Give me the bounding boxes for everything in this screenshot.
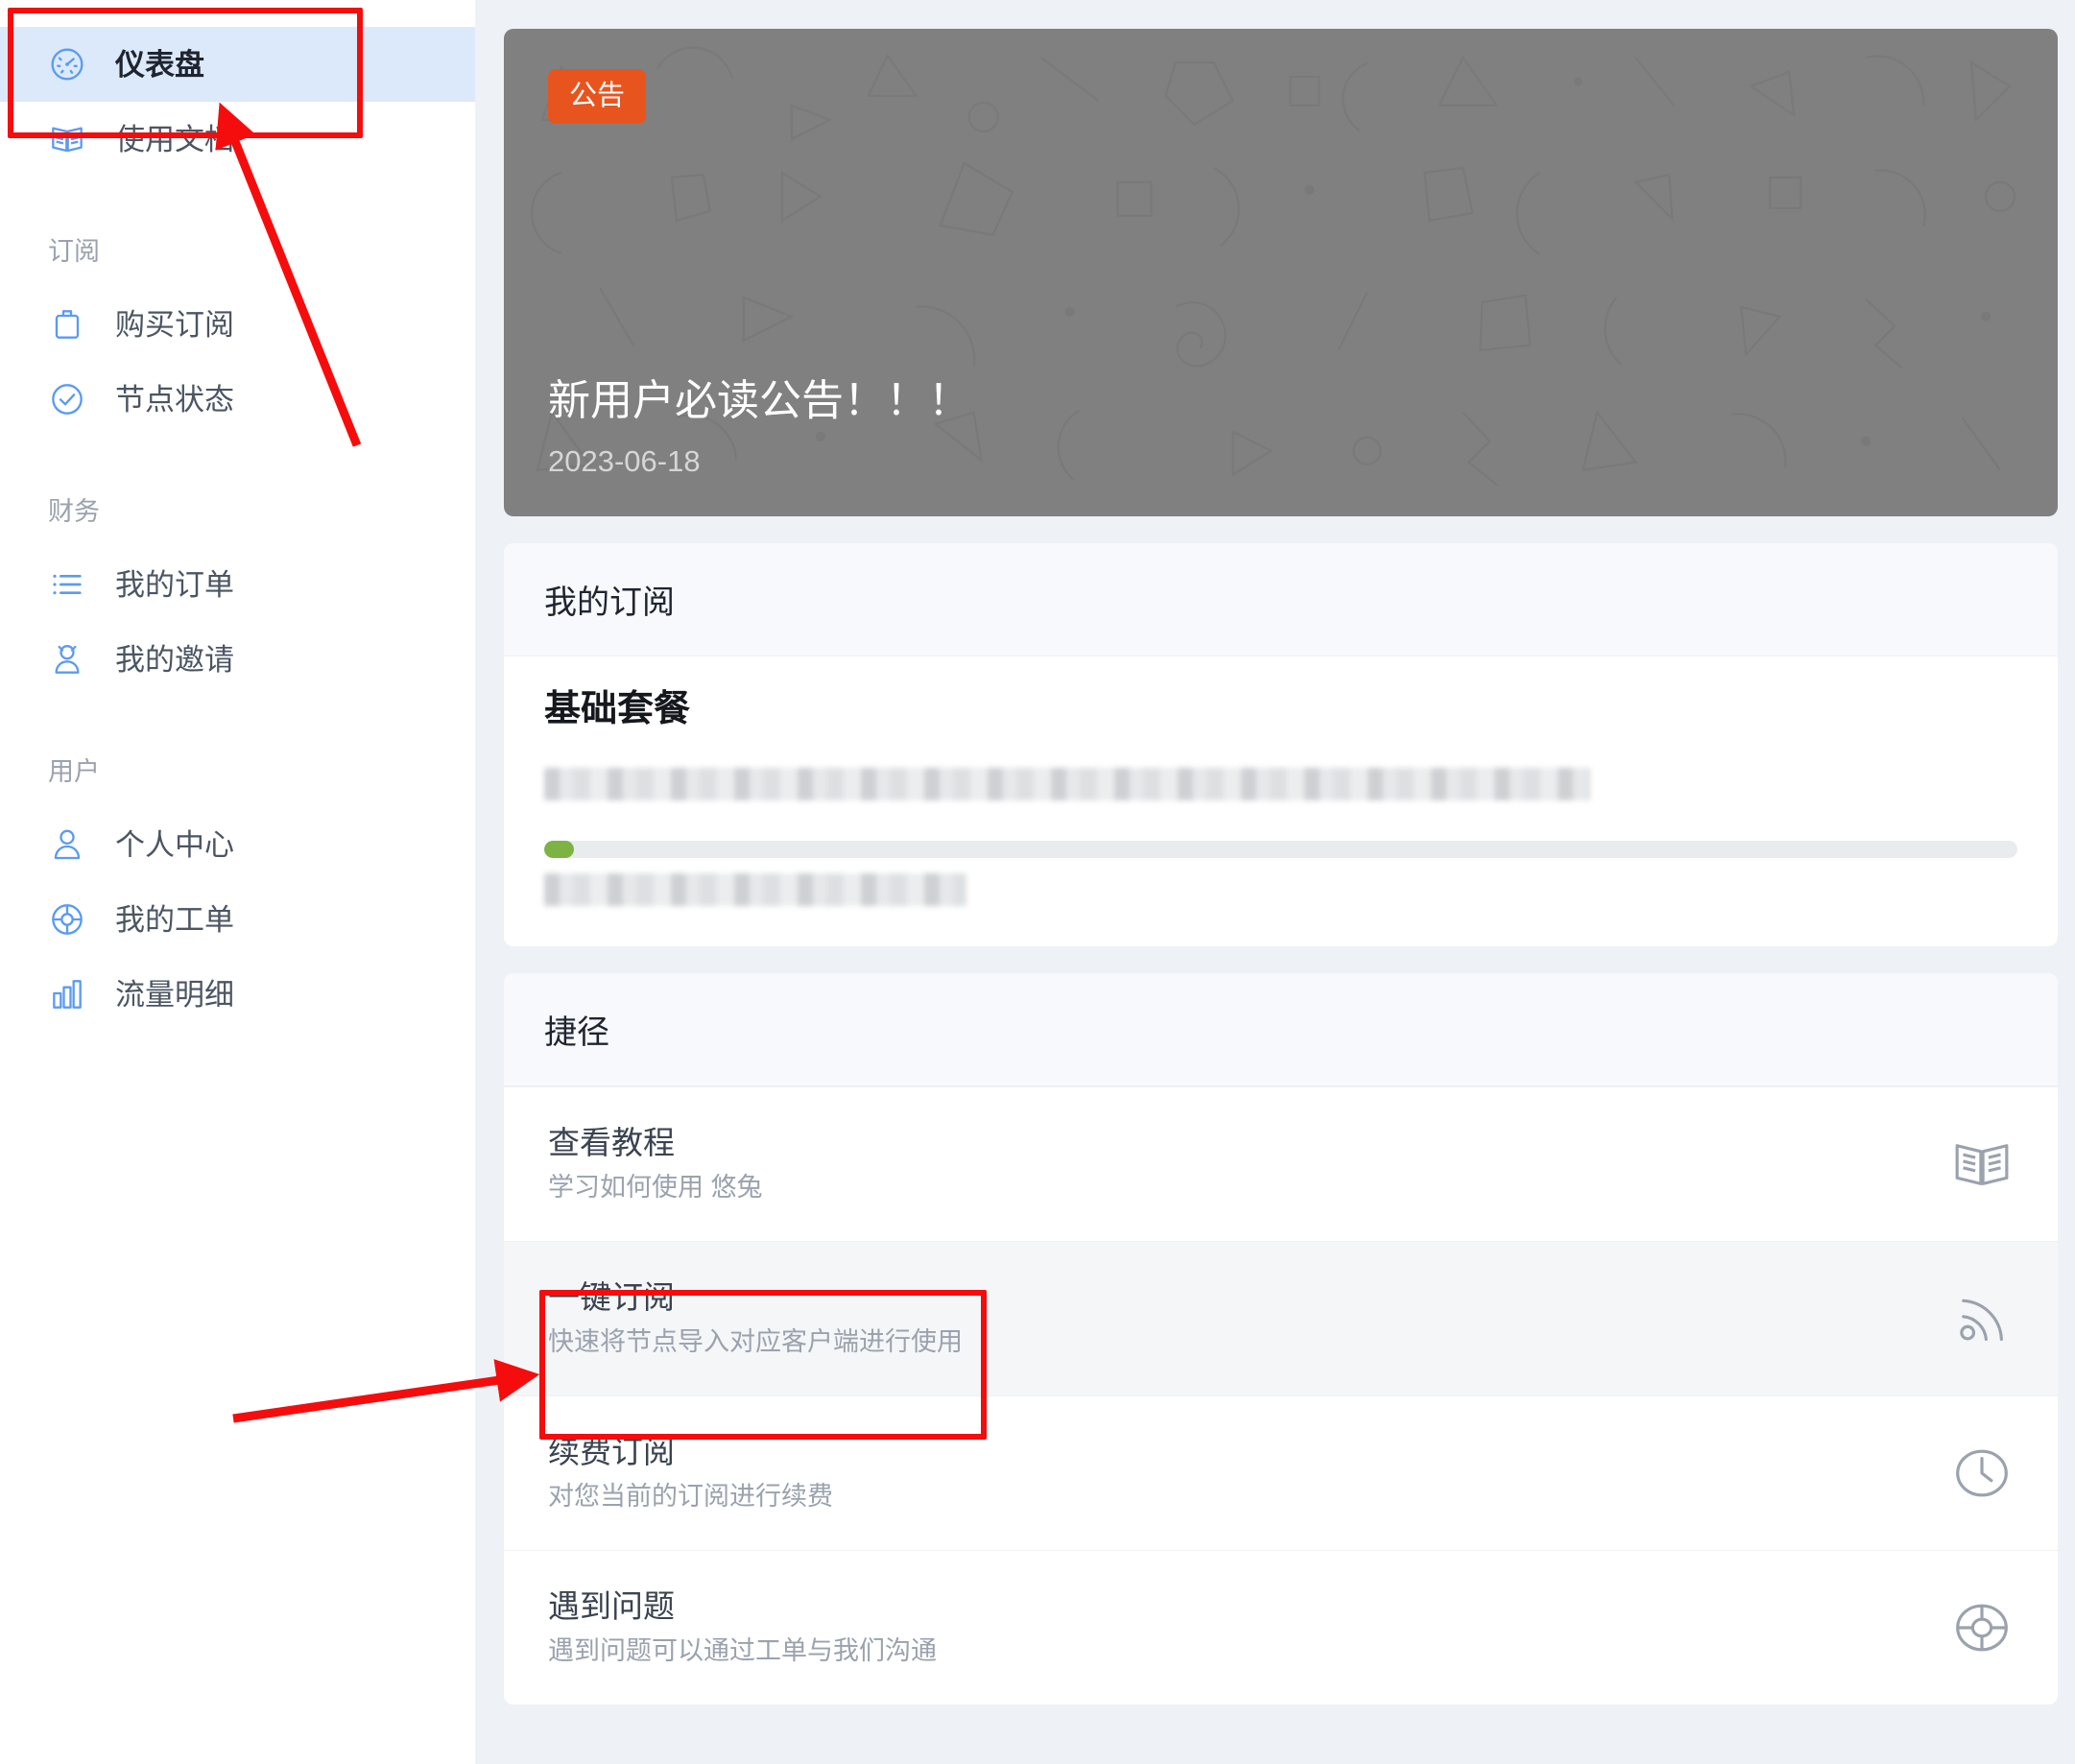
announcement-meta: 新用户必读公告！！！ 2023-06-18 bbox=[548, 376, 2014, 476]
list-icon bbox=[48, 565, 86, 604]
sidebar-item-profile[interactable]: 个人中心 bbox=[0, 807, 475, 882]
shortcut-row-support[interactable]: 遇到问题 遇到问题可以通过工单与我们沟通 bbox=[504, 1550, 2058, 1704]
sidebar-item-label: 购买订阅 bbox=[115, 310, 234, 340]
sidebar: 仪表盘 使用文档 订阅 购买订阅 bbox=[0, 0, 475, 1764]
sidebar-item-label: 我的邀请 bbox=[115, 645, 234, 675]
subscription-card-header: 我的订阅 bbox=[504, 543, 2058, 656]
rss-signal-icon bbox=[1950, 1287, 2014, 1350]
dashboard-gauge-icon bbox=[48, 45, 86, 83]
shortcut-row-renew[interactable]: 续费订阅 对您当前的订阅进行续费 bbox=[504, 1395, 2058, 1550]
shortcut-desc: 学习如何使用 悠兔 bbox=[548, 1174, 763, 1203]
lifebuoy-icon bbox=[1950, 1596, 2014, 1659]
sidebar-group-title-subscription: 订阅 bbox=[0, 230, 475, 268]
sidebar-item-label: 节点状态 bbox=[115, 385, 234, 415]
plan-name: 基础套餐 bbox=[544, 691, 2017, 727]
app-root: 仪表盘 使用文档 订阅 购买订阅 bbox=[0, 0, 2075, 1764]
subscription-card-body: 基础套餐 bbox=[504, 656, 2058, 946]
user-icon bbox=[48, 825, 86, 864]
traffic-progress-fill bbox=[544, 841, 574, 858]
lifebuoy-icon bbox=[48, 900, 86, 939]
shortcut-title: 续费订阅 bbox=[548, 1435, 833, 1469]
subscription-detail-redacted bbox=[544, 768, 1590, 800]
sidebar-item-label: 我的订单 bbox=[115, 570, 234, 600]
sidebar-item-buy-subscription[interactable]: 购买订阅 bbox=[0, 287, 475, 362]
shortcut-text: 续费订阅 对您当前的订阅进行续费 bbox=[548, 1435, 833, 1512]
shortcut-title: 遇到问题 bbox=[548, 1589, 937, 1624]
bar-chart-icon bbox=[48, 975, 86, 1013]
sidebar-item-label: 流量明细 bbox=[115, 980, 234, 1010]
announcement-banner[interactable]: 公告 新用户必读公告！！！ 2023-06-18 bbox=[504, 29, 2058, 516]
shopping-bag-icon bbox=[48, 305, 86, 344]
sidebar-item-label: 仪表盘 bbox=[115, 50, 204, 80]
announcement-date: 2023-06-18 bbox=[548, 446, 2014, 476]
book-open-icon bbox=[1950, 1132, 2014, 1196]
sidebar-item-dashboard[interactable]: 仪表盘 bbox=[0, 27, 475, 102]
shortcut-row-one-click-subscribe[interactable]: 一键订阅 快速将节点导入对应客户端进行使用 bbox=[504, 1241, 2058, 1395]
shortcut-title: 一键订阅 bbox=[548, 1280, 963, 1315]
clock-icon bbox=[1950, 1442, 2014, 1505]
shortcut-title: 查看教程 bbox=[548, 1126, 763, 1160]
sidebar-item-my-invites[interactable]: 我的邀请 bbox=[0, 622, 475, 697]
book-open-icon bbox=[48, 120, 86, 158]
shortcut-row-tutorial[interactable]: 查看教程 学习如何使用 悠兔 bbox=[504, 1086, 2058, 1241]
sidebar-item-node-status[interactable]: 节点状态 bbox=[0, 362, 475, 437]
announcement-title: 新用户必读公告！！！ bbox=[548, 376, 2014, 427]
sidebar-group-title-finance: 财务 bbox=[0, 490, 475, 528]
subscription-card: 我的订阅 基础套餐 bbox=[504, 543, 2058, 946]
user-group-icon bbox=[48, 640, 86, 679]
sidebar-item-my-orders[interactable]: 我的订单 bbox=[0, 547, 475, 622]
sidebar-item-label: 使用文档 bbox=[115, 125, 234, 155]
shortcut-desc: 遇到问题可以通过工单与我们沟通 bbox=[548, 1637, 937, 1666]
sidebar-item-docs[interactable]: 使用文档 bbox=[0, 102, 475, 177]
announcement-tag: 公告 bbox=[548, 69, 646, 124]
shortcut-desc: 快速将节点导入对应客户端进行使用 bbox=[548, 1328, 963, 1357]
sidebar-item-label: 个人中心 bbox=[115, 830, 234, 860]
sidebar-group-title-user: 用户 bbox=[0, 751, 475, 788]
sidebar-item-traffic-detail[interactable]: 流量明细 bbox=[0, 957, 475, 1032]
shortcuts-card-header: 捷径 bbox=[504, 973, 2058, 1086]
shortcuts-card: 捷径 查看教程 学习如何使用 悠兔 一键订阅 bbox=[504, 973, 2058, 1704]
shortcut-text: 查看教程 学习如何使用 悠兔 bbox=[548, 1126, 763, 1203]
shortcut-text: 遇到问题 遇到问题可以通过工单与我们沟通 bbox=[548, 1589, 937, 1666]
check-circle-icon bbox=[48, 380, 86, 418]
subscription-usage-redacted bbox=[544, 873, 966, 906]
shortcut-text: 一键订阅 快速将节点导入对应客户端进行使用 bbox=[548, 1280, 963, 1357]
main-content: 公告 新用户必读公告！！！ 2023-06-18 我的订阅 基础套餐 捷径 bbox=[475, 0, 2075, 1764]
sidebar-item-label: 我的工单 bbox=[115, 905, 234, 935]
traffic-progress-bar bbox=[544, 841, 2017, 858]
sidebar-item-my-tickets[interactable]: 我的工单 bbox=[0, 882, 475, 957]
shortcut-desc: 对您当前的订阅进行续费 bbox=[548, 1483, 833, 1512]
